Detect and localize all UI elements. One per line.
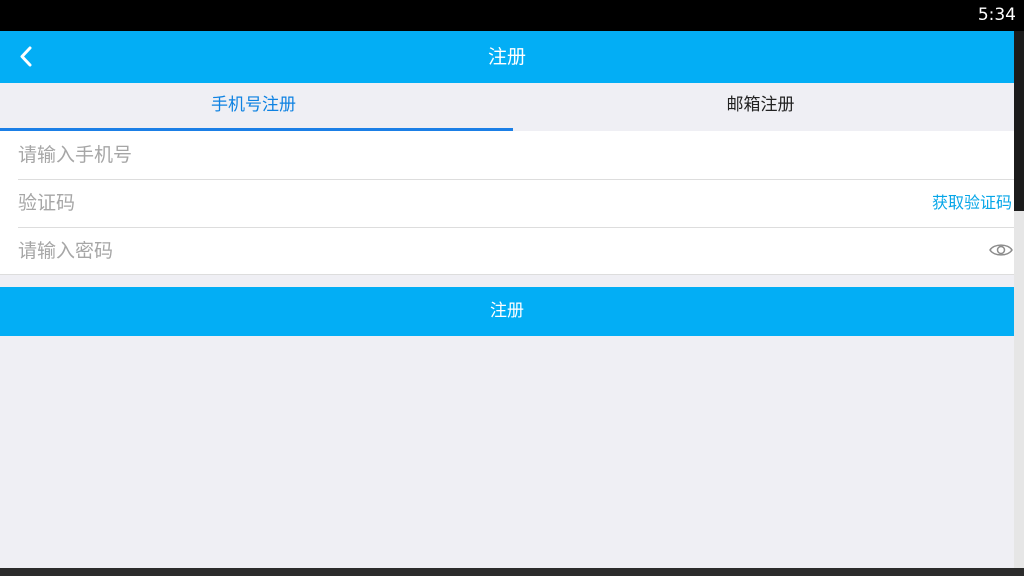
side-panel-strip-lower	[1014, 211, 1024, 576]
password-input[interactable]	[18, 227, 878, 274]
status-time: 5:34	[977, 5, 1016, 25]
get-code-button[interactable]: 获取验证码	[932, 179, 1012, 226]
status-bar: 5:34	[0, 0, 1024, 31]
tab-email-register[interactable]: 邮箱注册	[507, 83, 1014, 131]
form-bottom-divider	[0, 274, 1014, 275]
page-title: 注册	[487, 46, 526, 68]
navigation-bar	[0, 568, 1024, 576]
code-row: 获取验证码	[18, 179, 1014, 228]
side-panel-strip	[1014, 31, 1024, 211]
register-form: 获取验证码	[0, 131, 1014, 275]
phone-row	[18, 131, 1014, 180]
register-button[interactable]: 注册	[0, 287, 1014, 336]
phone-input[interactable]	[18, 131, 878, 178]
code-input[interactable]	[18, 179, 878, 226]
app-bar: 注册	[0, 31, 1014, 83]
password-row	[18, 227, 1014, 275]
back-button[interactable]	[14, 43, 40, 71]
eye-icon[interactable]	[988, 237, 1014, 263]
chevron-left-icon	[20, 46, 32, 67]
tab-bar: 手机号注册 邮箱注册	[0, 83, 1014, 131]
tab-phone-register[interactable]: 手机号注册	[0, 83, 507, 131]
